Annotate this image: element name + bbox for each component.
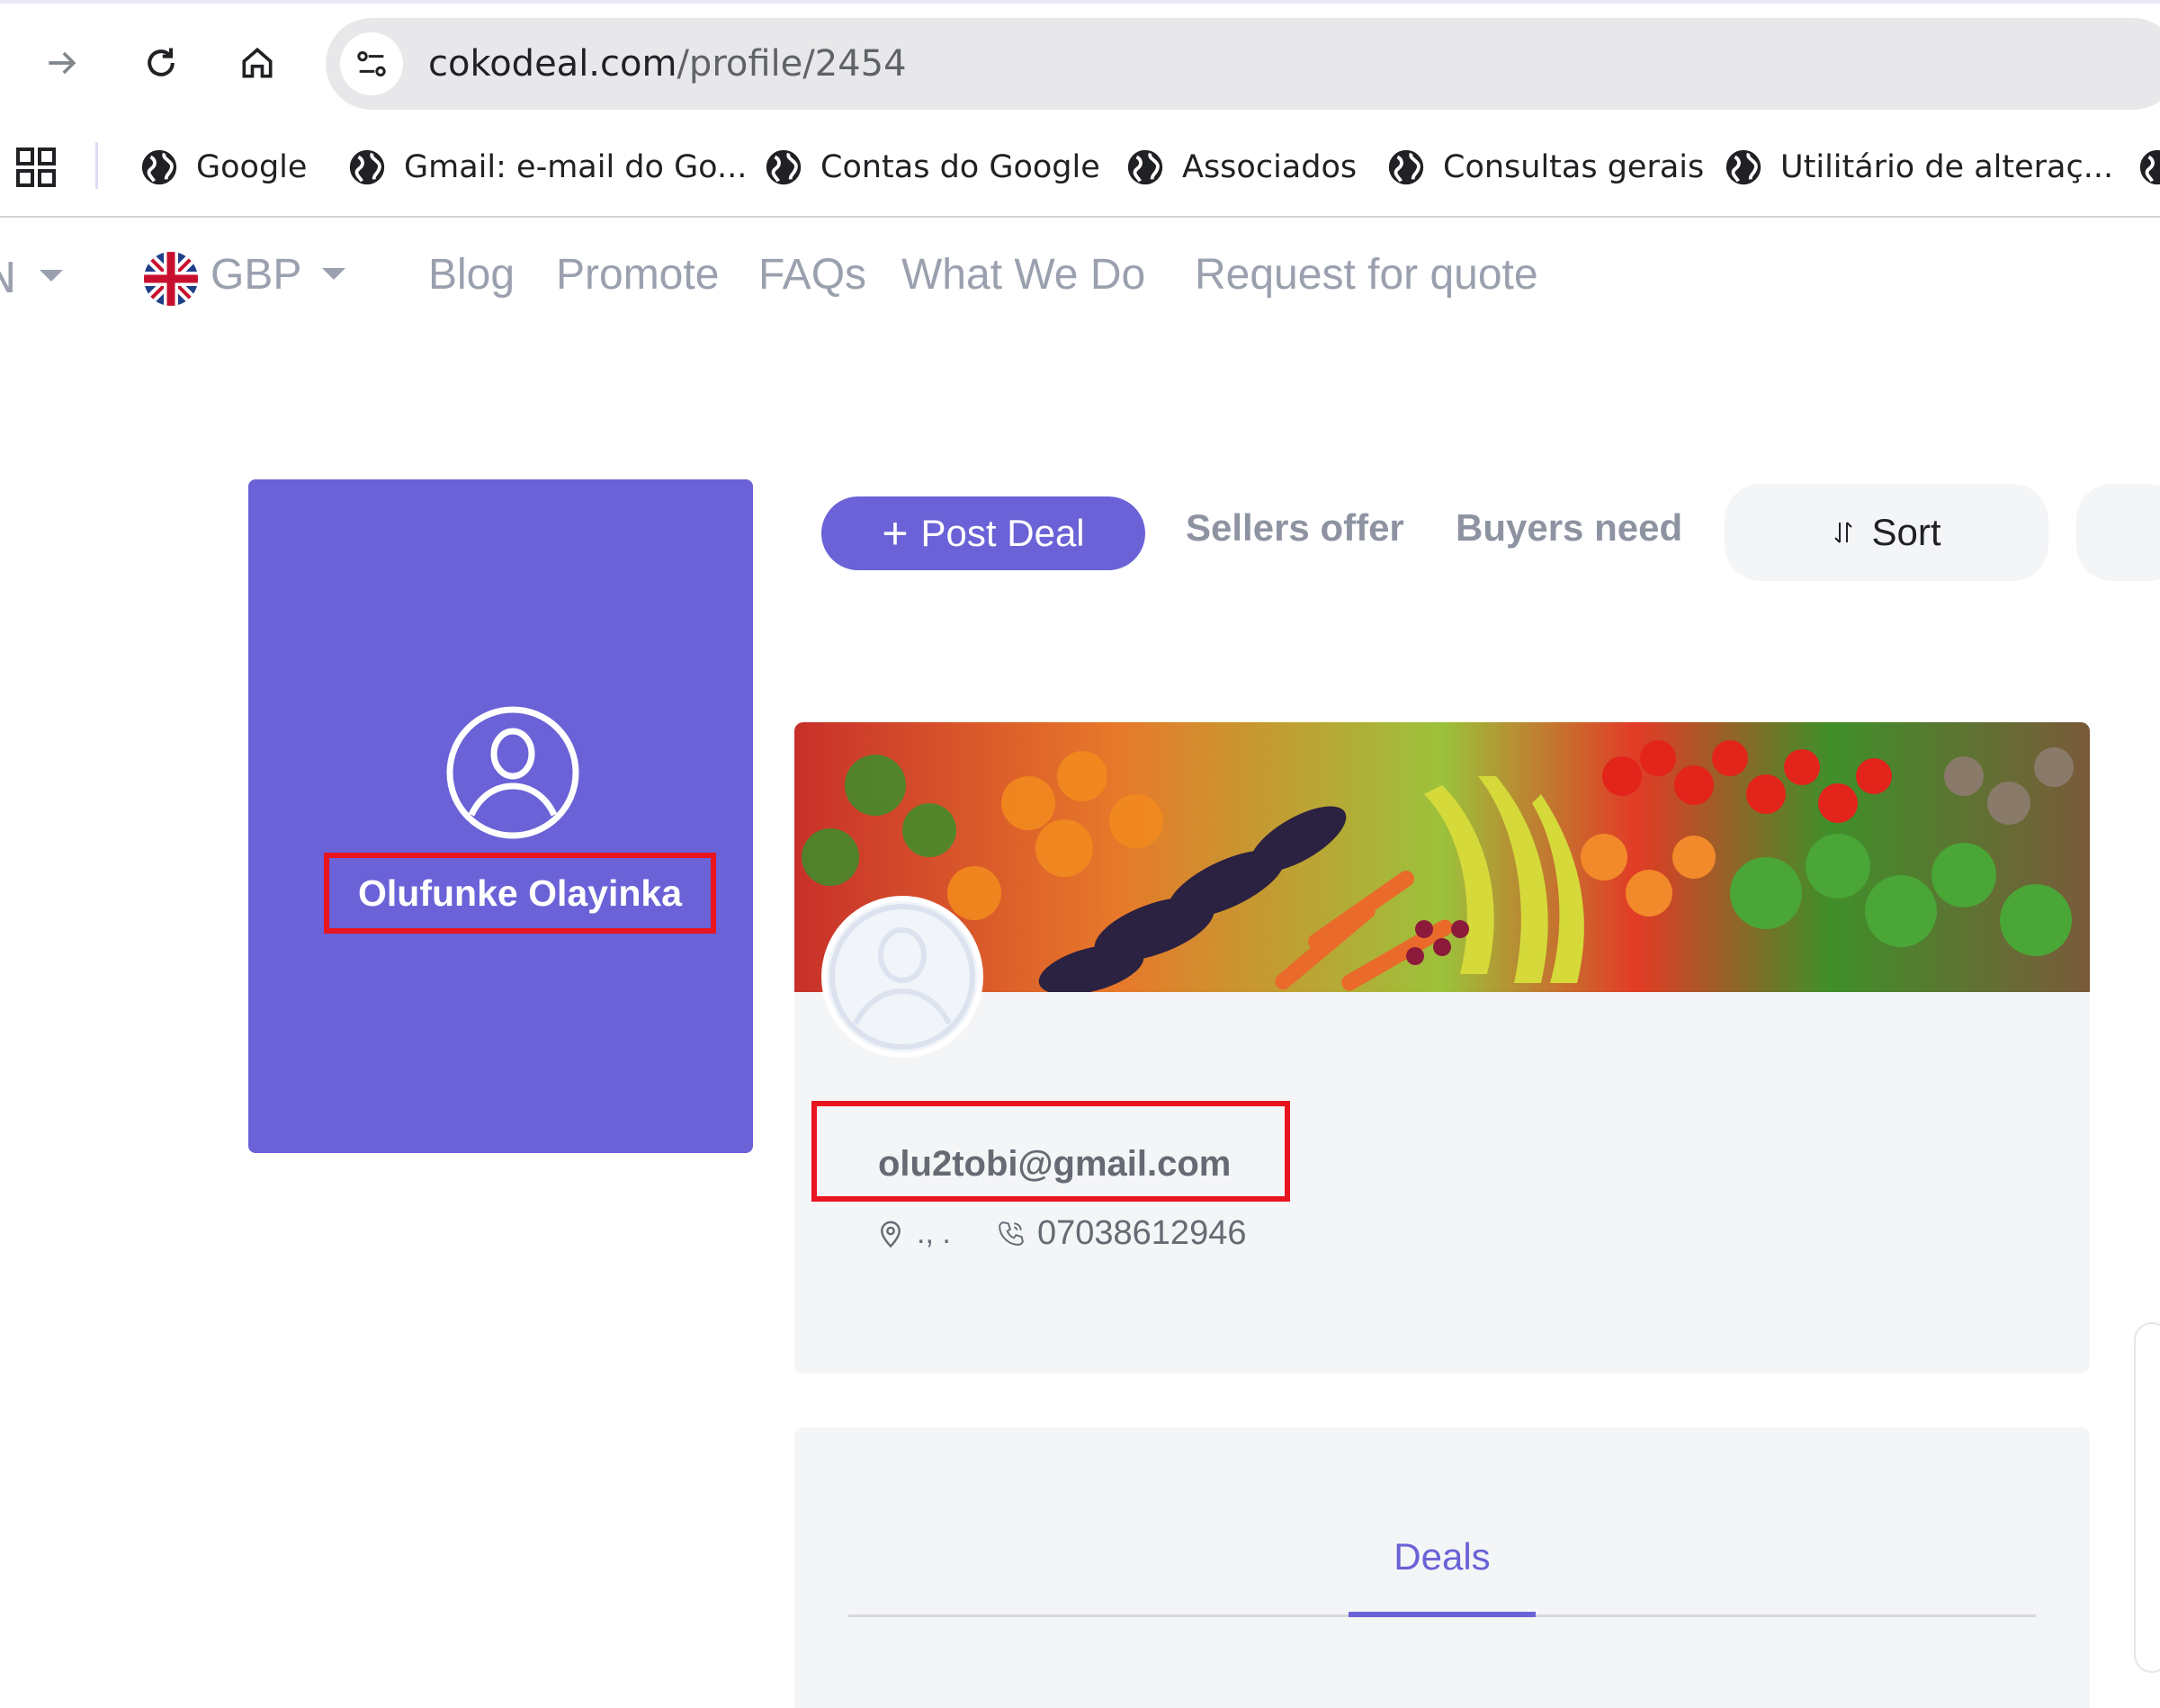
post-deal-label: Post Deal — [920, 512, 1085, 554]
reload-icon — [148, 48, 175, 76]
globe-icon — [2139, 149, 2160, 185]
address-bar[interactable]: cokodeal.com/profile/2454 — [326, 18, 2160, 110]
nav-link-what-we-do[interactable]: What We Do — [901, 250, 1145, 300]
bookmark-overflow[interactable] — [2137, 140, 2160, 194]
url-host: cokodeal.com — [428, 43, 677, 85]
profile-card: Olufunke Olayinka — [248, 479, 753, 1153]
nav-link-request-for-quote[interactable]: Request for quote — [1195, 250, 1538, 300]
phone-info: 07038612946 — [998, 1211, 1246, 1256]
post-deal-button[interactable]: + Post Deal — [821, 496, 1145, 570]
profile-email: olu2tobi@gmail.com — [878, 1144, 1232, 1184]
bookmark-gmail[interactable]: Gmail: e-mail do Go... — [346, 140, 747, 194]
home-icon — [242, 47, 273, 78]
nav-link-promote[interactable]: Promote — [556, 250, 719, 300]
location-text: ., . — [917, 1215, 951, 1250]
sellers-offer-link[interactable]: Sellers offer — [1186, 506, 1404, 550]
bookmark-contas[interactable]: Contas do Google — [763, 140, 1100, 194]
detail-avatar — [821, 896, 983, 1058]
location-info: ., . — [877, 1211, 951, 1256]
bookmark-label: Utilitário de alteraç... — [1780, 149, 2114, 185]
tab-active-indicator — [1349, 1612, 1536, 1617]
sort-arrows-icon — [1834, 522, 1853, 543]
site-nav: N GBP Blog Promote FAQs What We Do Reque… — [0, 219, 2160, 333]
globe-icon — [1127, 149, 1163, 185]
buyers-need-link[interactable]: Buyers need — [1456, 506, 1682, 550]
bookmarks-separator — [95, 142, 98, 189]
phone-icon — [999, 1221, 1024, 1246]
bookmark-utilitario[interactable]: Utilitário de alteraç... — [1723, 140, 2113, 194]
uk-flag-icon[interactable] — [144, 252, 198, 306]
produce-banner-image — [794, 722, 2090, 992]
bookmark-label: Consultas gerais — [1443, 149, 1705, 185]
nav-link-faqs[interactable]: FAQs — [758, 250, 866, 300]
tab-deals[interactable]: Deals — [1349, 1535, 1536, 1609]
floating-side-widget[interactable] — [2134, 1322, 2160, 1673]
tabs-panel: Deals — [794, 1427, 2090, 1708]
site-info-icon — [357, 51, 386, 77]
phone-text: 07038612946 — [1037, 1213, 1247, 1252]
globe-icon — [349, 149, 385, 185]
apps-grid-icon[interactable] — [14, 146, 58, 189]
bookmark-label: Contas do Google — [820, 149, 1100, 185]
bookmark-label: Gmail: e-mail do Go... — [404, 149, 748, 185]
name-highlight-box: Olufunke Olayinka — [324, 853, 716, 934]
plus-icon: + — [882, 508, 909, 559]
user-avatar-icon — [446, 706, 579, 839]
bookmark-consultas[interactable]: Consultas gerais — [1385, 140, 1704, 194]
url-text[interactable]: cokodeal.com/profile/2454 — [428, 40, 907, 87]
user-avatar-icon — [829, 904, 975, 1050]
nav-link-blog[interactable]: Blog — [428, 250, 515, 300]
email-highlight-box: olu2tobi@gmail.com — [811, 1101, 1290, 1202]
caret-down-icon[interactable] — [40, 270, 63, 282]
sort-button[interactable]: Sort — [1725, 484, 2048, 581]
globe-icon — [1725, 149, 1761, 185]
globe-icon — [141, 149, 177, 185]
profile-name: Olufunke Olayinka — [358, 872, 682, 914]
browser-toolbar: cokodeal.com/profile/2454 — [0, 0, 2160, 126]
bookmark-label: Google — [196, 149, 308, 185]
secondary-action-button[interactable] — [2076, 484, 2160, 581]
sort-label: Sort — [1871, 511, 1941, 553]
bookmark-label: Associados — [1182, 149, 1358, 185]
map-pin-icon — [881, 1221, 901, 1248]
site-info-button[interactable] — [340, 32, 403, 95]
language-selector[interactable]: N — [0, 254, 16, 302]
caret-down-icon[interactable] — [322, 268, 345, 280]
bookmark-associados[interactable]: Associados — [1125, 140, 1357, 194]
globe-icon — [766, 149, 802, 185]
globe-icon — [1388, 149, 1424, 185]
url-path: /profile/2454 — [677, 43, 907, 85]
reload-button[interactable] — [129, 31, 193, 95]
profile-detail-panel: olu2tobi@gmail.com ., . 07038612946 — [794, 722, 2090, 1373]
bookmark-google[interactable]: Google — [139, 140, 307, 194]
toolbar-accent — [0, 0, 2160, 4]
home-button[interactable] — [225, 31, 290, 95]
bookmarks-bar: Google Gmail: e-mail do Go... Contas do … — [0, 126, 2160, 218]
currency-selector[interactable]: GBP — [211, 250, 301, 300]
forward-button[interactable] — [30, 31, 94, 95]
forward-arrow-icon — [49, 51, 76, 75]
